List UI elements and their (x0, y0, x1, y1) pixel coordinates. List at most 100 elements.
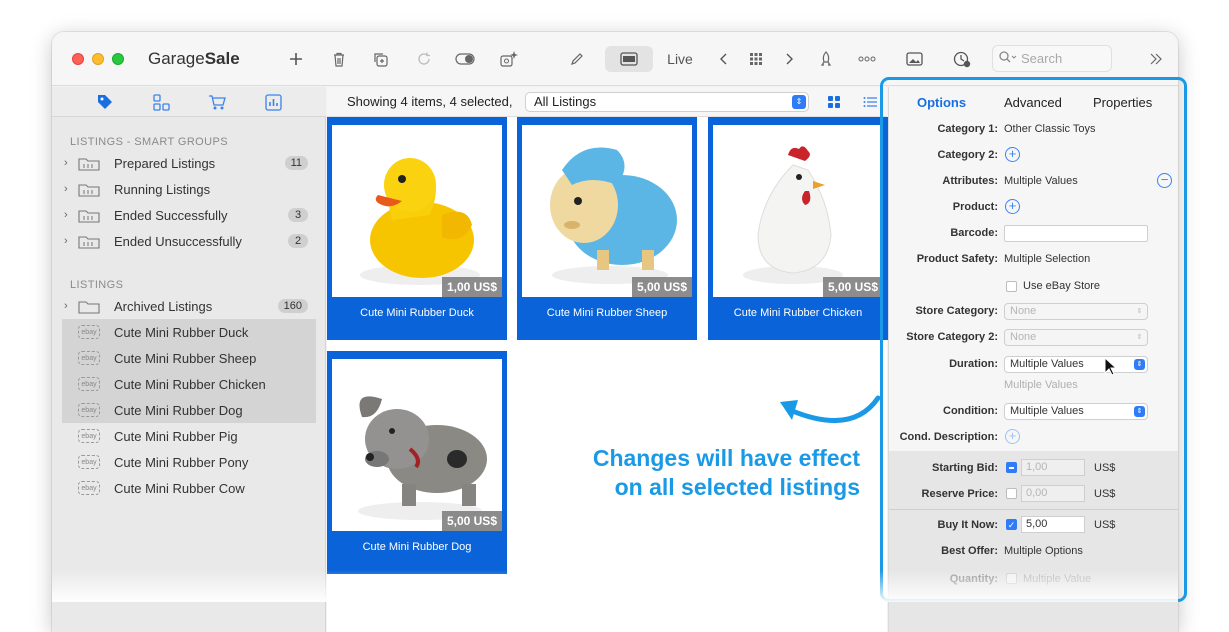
tab-advanced[interactable]: Advanced (1004, 95, 1062, 110)
chevron-left-icon[interactable] (718, 46, 730, 72)
reserve-price-checkbox[interactable] (1006, 488, 1017, 499)
listing-card-title: Cute Mini Rubber Sheep (546, 307, 668, 319)
plus-icon[interactable] (288, 46, 304, 72)
listing-card[interactable]: 1,00 US$ Cute Mini Rubber Duck (327, 117, 507, 340)
listing-item-label: Cute Mini Rubber Duck (114, 324, 249, 340)
search-field[interactable] (992, 45, 1112, 72)
ebay-icon: ebay (78, 481, 100, 495)
smart-group-running[interactable]: › Running Listings (62, 176, 316, 202)
quantity-checkbox[interactable] (1006, 573, 1017, 584)
listing-item[interactable]: ebay Cute Mini Rubber Dog (62, 397, 316, 423)
chevron-right-icon[interactable]: › (64, 300, 74, 312)
listing-item[interactable]: ebay Cute Mini Rubber Cow (62, 475, 316, 501)
category1-value[interactable]: Other Classic Toys (1004, 123, 1096, 135)
live-button[interactable]: Live (664, 46, 696, 72)
listing-card[interactable]: 5,00 US$ Cute Mini Rubber Chicken (708, 117, 888, 340)
best-offer-value[interactable]: Multiple Options (1004, 545, 1083, 557)
chevron-right-icon[interactable]: › (64, 209, 74, 221)
price-badge: 5,00 US$ (631, 277, 692, 297)
ebay-icon: ebay (78, 429, 100, 443)
use-ebay-store-checkbox[interactable] (1006, 281, 1017, 292)
listing-filter-select[interactable]: All Listings ⇕ (525, 92, 809, 112)
product-safety-value[interactable]: Multiple Selection (1004, 253, 1090, 265)
reserve-price-label: Reserve Price: (921, 488, 998, 500)
callout-line1: Changes will have effect (592, 445, 860, 471)
sidebar-item-label: Ended Successfully (114, 207, 228, 223)
remove-attributes-icon[interactable]: − (1157, 173, 1172, 188)
app-window: GarageSale Live Search LISTINGS - SMART … (52, 32, 1178, 632)
image-icon[interactable] (905, 46, 923, 72)
price-badge: 5,00 US$ (822, 277, 883, 297)
zoom-window-button[interactable] (112, 53, 124, 65)
inspector-tabs: Options Advanced Properties (889, 87, 1178, 117)
add-cond-description-icon[interactable]: + (1005, 429, 1020, 444)
add-category2-icon[interactable]: + (1005, 147, 1020, 162)
archived-listings[interactable]: › Archived Listings 160 (62, 293, 316, 319)
expand-icon[interactable] (1149, 46, 1163, 72)
more-icon[interactable] (857, 46, 877, 72)
listing-card[interactable]: 5,00 US$ Cute Mini Rubber Dog (327, 351, 507, 574)
buy-it-now-checkbox[interactable]: ✓ (1006, 519, 1017, 530)
minimize-window-button[interactable] (92, 53, 104, 65)
barcode-field[interactable] (1004, 225, 1148, 242)
tag-icon[interactable] (94, 92, 116, 112)
chevron-right-icon[interactable] (783, 46, 795, 72)
shapes-icon[interactable] (150, 92, 172, 112)
pricing-section (889, 451, 1178, 632)
listing-card[interactable]: 5,00 US$ Cute Mini Rubber Sheep (517, 117, 697, 340)
listing-item-label: Cute Mini Rubber Pig (114, 428, 238, 444)
add-product-icon[interactable]: + (1005, 199, 1020, 214)
grid-apps-icon[interactable] (748, 46, 764, 72)
ai-magic-icon[interactable] (499, 46, 519, 72)
sidebar-item-label: Prepared Listings (114, 155, 216, 171)
tab-options[interactable]: Options (917, 95, 966, 110)
ebay-icon: ebay (78, 377, 100, 391)
listing-item[interactable]: ebay Cute Mini Rubber Duck (62, 319, 316, 345)
smart-group-ended-successfully[interactable]: › Ended Successfully 3 (62, 202, 316, 228)
duplicate-icon[interactable] (372, 46, 390, 72)
listing-item-label: Cute Mini Rubber Chicken (114, 376, 266, 392)
magnifier-icon (999, 51, 1017, 66)
listing-item[interactable]: ebay Cute Mini Rubber Chicken (62, 371, 316, 397)
pencil-icon[interactable] (569, 46, 585, 72)
trash-icon[interactable] (331, 46, 347, 72)
list-view-icon[interactable] (863, 95, 877, 109)
cart-icon[interactable] (206, 92, 228, 112)
store-category-select[interactable]: None ⇕ (1004, 303, 1148, 320)
sidebar-item-label: Archived Listings (114, 298, 213, 314)
duration-hint: Multiple Values (1004, 379, 1078, 391)
toggle-icon[interactable] (455, 46, 475, 72)
duration-select[interactable]: Multiple Values ⇕ (1004, 356, 1148, 373)
listing-item[interactable]: ebay Cute Mini Rubber Pony (62, 449, 316, 475)
condition-select[interactable]: Multiple Values ⇕ (1004, 403, 1148, 420)
ebay-icon: ebay (78, 325, 100, 339)
search-input[interactable] (1021, 51, 1105, 66)
quantity-value[interactable]: Multiple Value (1023, 573, 1091, 585)
stats-icon[interactable] (262, 92, 284, 112)
refresh-icon[interactable] (416, 46, 432, 72)
chevron-right-icon[interactable]: › (64, 183, 74, 195)
reserve-price-input[interactable]: 0,00 (1021, 485, 1085, 502)
starting-bid-checkbox[interactable] (1006, 462, 1017, 473)
clock-alert-icon[interactable] (952, 46, 972, 72)
smart-group-ended-unsuccessfully[interactable]: › Ended Unsuccessfully 2 (62, 228, 316, 254)
count-badge: 2 (288, 234, 308, 248)
rocket-icon[interactable] (818, 46, 834, 72)
grid-view-icon[interactable] (827, 95, 841, 109)
tab-properties[interactable]: Properties (1093, 95, 1152, 110)
window-icon[interactable] (605, 46, 653, 72)
folder-gear-icon (78, 207, 100, 223)
folder-gear-icon (78, 181, 100, 197)
chevron-right-icon[interactable]: › (64, 157, 74, 169)
listing-item[interactable]: ebay Cute Mini Rubber Pig (62, 423, 316, 449)
store-category2-select[interactable]: None ⇕ (1004, 329, 1148, 346)
chevron-right-icon[interactable]: › (64, 235, 74, 247)
folder-gear-icon (78, 233, 100, 249)
listing-item[interactable]: ebay Cute Mini Rubber Sheep (62, 345, 316, 371)
close-window-button[interactable] (72, 53, 84, 65)
buy-it-now-input[interactable]: 5,00 (1021, 516, 1085, 533)
smart-group-prepared[interactable]: › Prepared Listings 11 (62, 150, 316, 176)
app-title-light: Garage (148, 49, 205, 68)
store-category2-label: Store Category 2: (906, 331, 998, 343)
starting-bid-input[interactable]: 1,00 (1021, 459, 1085, 476)
